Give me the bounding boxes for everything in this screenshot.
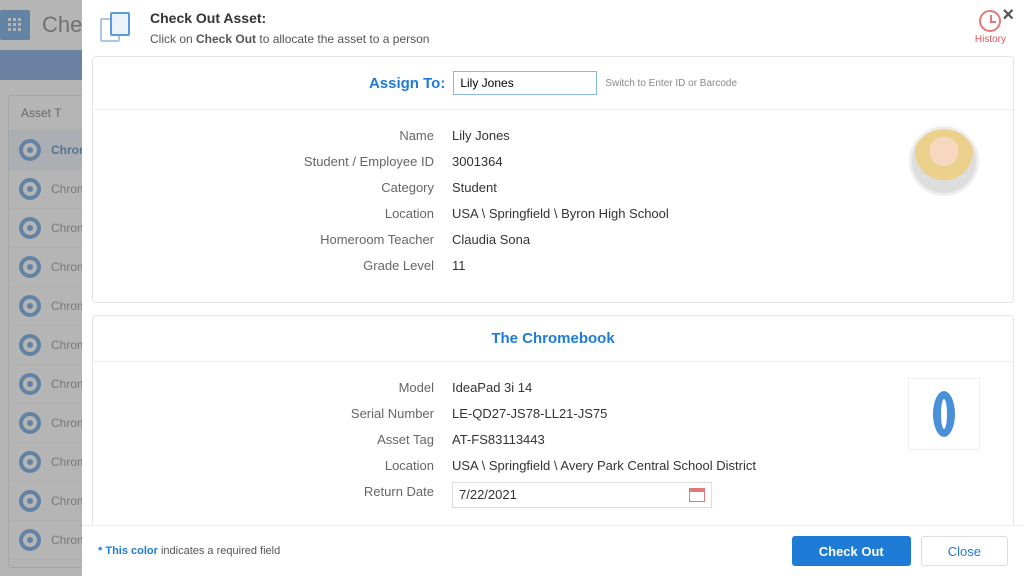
asset-tag-value: AT-FS83113443 (452, 430, 545, 450)
history-label: History (975, 34, 1006, 45)
chrome-icon (933, 391, 955, 437)
person-homeroom-label: Homeroom Teacher (117, 230, 452, 250)
person-location-value: USA \ Springfield \ Byron High School (452, 204, 669, 224)
modal-body[interactable]: Assign To: Switch to Enter ID or Barcode… (82, 56, 1024, 525)
checkout-icon (100, 12, 136, 48)
required-rest: indicates a required field (158, 545, 280, 557)
modal-footer: * This color indicates a required field … (82, 525, 1024, 576)
modal-title: Check Out Asset: (150, 10, 429, 26)
asset-location-value: USA \ Springfield \ Avery Park Central S… (452, 456, 756, 476)
person-location-label: Location (117, 204, 452, 224)
asset-model-label: Model (117, 378, 452, 398)
asset-serial-label: Serial Number (117, 404, 452, 424)
required-field-note: * This color indicates a required field (98, 545, 280, 557)
person-name-value: Lily Jones (452, 126, 510, 146)
asset-location-label: Location (117, 456, 452, 476)
modal-header: Check Out Asset: Click on Check Out to a… (82, 0, 1024, 56)
subtitle-bold: Check Out (196, 32, 256, 46)
avatar (909, 126, 979, 196)
history-icon (979, 10, 1001, 32)
required-color-text: This color (105, 545, 158, 557)
asset-panel: The Chromebook ModelIdeaPad 3i 14 Serial… (92, 315, 1014, 525)
close-icon[interactable]: × (1002, 4, 1014, 27)
person-category-value: Student (452, 178, 497, 198)
calendar-icon[interactable] (689, 488, 705, 502)
asset-section-title: The Chromebook (93, 316, 1013, 362)
subtitle-pre: Click on (150, 32, 196, 46)
person-category-label: Category (117, 178, 452, 198)
checkout-modal: × Check Out Asset: Click on Check Out to… (82, 0, 1024, 576)
switch-id-barcode-link[interactable]: Switch to Enter ID or Barcode (605, 78, 737, 89)
person-homeroom-value: Claudia Sona (452, 230, 530, 250)
person-name-label: Name (117, 126, 452, 146)
asset-serial-value: LE-QD27-JS78-LL21-JS75 (452, 404, 607, 424)
return-date-label: Return Date (117, 482, 452, 508)
checkout-button[interactable]: Check Out (792, 536, 911, 566)
assign-to-input[interactable] (453, 71, 597, 95)
asset-model-value: IdeaPad 3i 14 (452, 378, 532, 398)
close-button[interactable]: Close (921, 536, 1008, 566)
person-panel: Assign To: Switch to Enter ID or Barcode… (92, 56, 1014, 303)
person-id-label: Student / Employee ID (117, 152, 452, 172)
asset-tag-label: Asset Tag (117, 430, 452, 450)
assign-bar: Assign To: Switch to Enter ID or Barcode (93, 57, 1013, 110)
subtitle-post: to allocate the asset to a person (256, 32, 429, 46)
asset-image (908, 378, 980, 450)
modal-subtitle: Click on Check Out to allocate the asset… (150, 32, 429, 46)
person-grade-value: 11 (452, 256, 466, 276)
person-grade-label: Grade Level (117, 256, 452, 276)
assign-to-label: Assign To: (369, 75, 445, 92)
person-id-value: 3001364 (452, 152, 503, 172)
return-date-input[interactable]: 7/22/2021 (452, 482, 712, 508)
return-date-value: 7/22/2021 (459, 485, 517, 505)
